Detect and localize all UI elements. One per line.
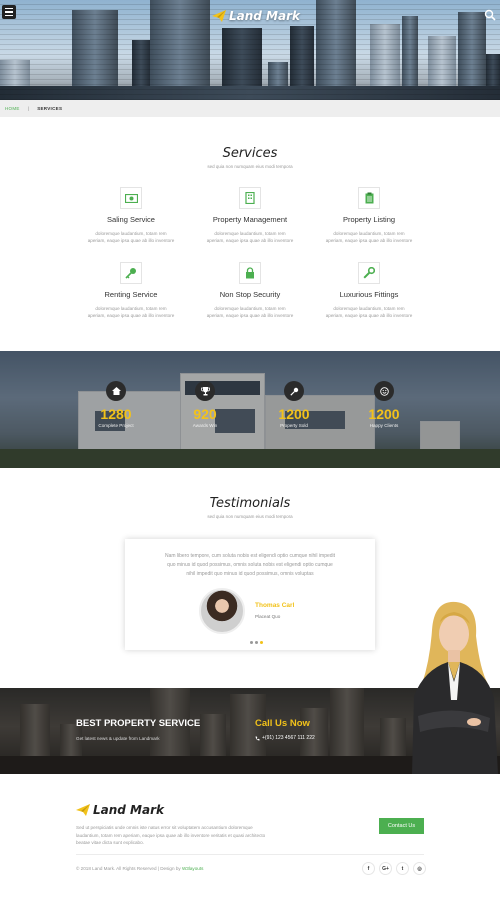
- footer-description: Sed ut perspiciatis unde omnis iste natu…: [76, 824, 301, 847]
- service-card: Saling Service doloremque laudantium, to…: [71, 187, 191, 244]
- menu-button[interactable]: [2, 5, 16, 19]
- service-desc: aperiam, eaque ipsa quae ab illo invento…: [325, 313, 413, 318]
- contact-us-button[interactable]: Contact Us: [379, 818, 424, 834]
- services-title: Services: [222, 146, 278, 161]
- stat-label: Awards Win: [192, 423, 218, 428]
- service-desc: aperiam, eaque ipsa quae ab illo invento…: [87, 313, 175, 318]
- smile-icon: [374, 381, 394, 401]
- service-desc: doloremque laudantium, totam rem: [214, 306, 286, 311]
- quote-line: Nam libero tempore, cum soluta nobis est…: [164, 553, 336, 559]
- stat-label: Complete Project: [98, 423, 134, 428]
- designer-link[interactable]: W3layouts: [182, 866, 203, 871]
- dribbble-icon[interactable]: ◎: [413, 862, 426, 875]
- google-plus-icon[interactable]: G+: [379, 862, 392, 875]
- lock-icon: [239, 262, 261, 284]
- footer-desc-line: Sed ut perspiciatis unde omnis iste natu…: [76, 825, 253, 830]
- service-desc: aperiam, eaque ipsa quae ab illo invento…: [87, 238, 175, 243]
- brand-name: Land Mark: [229, 9, 300, 23]
- carousel-dot[interactable]: [255, 641, 258, 644]
- facebook-icon[interactable]: f: [362, 862, 375, 875]
- service-name: Renting Service: [104, 290, 158, 299]
- stat-complete-project: 1280 Complete Project: [81, 381, 151, 428]
- breadcrumb-separator: |: [27, 106, 30, 111]
- service-desc: doloremque laudantium, totam rem: [333, 306, 405, 311]
- service-desc: doloremque laudantium, totam rem: [95, 231, 167, 236]
- stats-banner: [0, 351, 500, 468]
- service-desc: aperiam, eaque ipsa quae ab illo invento…: [206, 313, 294, 318]
- footer-desc-line: beatae vitae dicta sunt explicabo.: [76, 840, 144, 845]
- cta-title: BEST PROPERTY SERVICE: [76, 718, 201, 729]
- paper-plane-icon: [212, 10, 226, 22]
- clipboard-icon: [358, 187, 380, 209]
- testimonial-card: Nam libero tempore, cum soluta nobis est…: [125, 539, 375, 650]
- service-name: Luxurious Fittings: [339, 290, 399, 299]
- testimonial-name: Thomas Carl: [255, 602, 295, 609]
- service-name: Property Management: [212, 215, 288, 224]
- agent-photo: [412, 601, 498, 774]
- money-icon: [120, 187, 142, 209]
- search-icon[interactable]: [484, 9, 496, 21]
- stat-value: 1200: [278, 406, 310, 422]
- service-card: Renting Service doloremque laudantium, t…: [71, 262, 191, 319]
- stat-property-sold: 1200 Property Sold: [259, 381, 329, 428]
- stat-value: 1200: [368, 406, 400, 422]
- service-card: Property Management doloremque laudantiu…: [190, 187, 310, 244]
- service-card: Non Stop Security doloremque laudantium,…: [190, 262, 310, 319]
- copyright: © 2018 Land Mark. All Rights Reserved | …: [76, 866, 203, 871]
- carousel-dot[interactable]: [250, 641, 253, 644]
- service-desc: doloremque laudantium, totam rem: [333, 231, 405, 236]
- avatar: [199, 588, 245, 634]
- cta-subtitle: Get latest news & update from Landmark: [76, 736, 160, 741]
- stat-awards-win: 920 Awards Win: [170, 381, 240, 428]
- services-subtitle: sed quia non numquam eius modi tempora: [207, 164, 293, 169]
- service-card: Luxurious Fittings doloremque laudantium…: [309, 262, 429, 319]
- twitter-icon[interactable]: t: [396, 862, 409, 875]
- testimonials-title: Testimonials: [209, 496, 291, 511]
- stat-value: 1280: [100, 406, 132, 422]
- key-icon: [120, 262, 142, 284]
- home-icon: [106, 381, 126, 401]
- quote-line: nihil impedit quo minus id quod possimus…: [186, 571, 314, 577]
- testimonial-role: Placeat Quo: [255, 614, 281, 619]
- key-icon: [284, 381, 304, 401]
- breadcrumb-home-link[interactable]: HOME: [5, 106, 20, 111]
- stat-value: 920: [193, 406, 217, 422]
- breadcrumb-current: SERVICES: [37, 106, 63, 111]
- service-name: Property Listing: [342, 215, 396, 224]
- paper-plane-icon: [76, 804, 90, 816]
- service-name: Non Stop Security: [219, 290, 281, 299]
- testimonial-quote: Nam libero tempore, cum soluta nobis est…: [139, 552, 361, 579]
- service-desc: aperiam, eaque ipsa quae ab illo invento…: [325, 238, 413, 243]
- footer-divider: [76, 854, 424, 855]
- quote-line: quo minus id quod possimus, omnis soluta…: [167, 562, 333, 568]
- trophy-icon: [195, 381, 215, 401]
- stat-label: Property Sold: [280, 423, 308, 428]
- testimonials-subtitle: sed quia non numquam eius modi tempora: [207, 514, 293, 519]
- phone-number[interactable]: +(91) 123 4567 111 222: [255, 735, 315, 741]
- footer-brand-name: Land Mark: [93, 803, 164, 817]
- header-logo[interactable]: Land Mark: [212, 9, 300, 23]
- carousel-dot-active[interactable]: [260, 641, 263, 644]
- breadcrumb: HOME | SERVICES: [0, 100, 500, 117]
- copyright-text: © 2018 Land Mark. All Rights Reserved | …: [76, 866, 181, 871]
- service-desc: doloremque laudantium, totam rem: [214, 231, 286, 236]
- phone-text: +(91) 123 4567 111 222: [262, 735, 315, 741]
- service-name: Saling Service: [107, 215, 155, 224]
- footer-logo[interactable]: Land Mark: [76, 803, 164, 817]
- phone-icon: [255, 736, 260, 740]
- wrench-icon: [358, 262, 380, 284]
- service-card: Property Listing doloremque laudantium, …: [309, 187, 429, 244]
- service-desc: aperiam, eaque ipsa quae ab illo invento…: [206, 238, 294, 243]
- footer-desc-line: laudantium, totam rem aperiam, eaque ips…: [76, 832, 266, 838]
- call-us-title: Call Us Now: [255, 718, 310, 729]
- stat-label: Happy Clients: [369, 423, 399, 428]
- stat-happy-clients: 1200 Happy Clients: [349, 381, 419, 428]
- social-links: f G+ t ◎: [362, 862, 426, 875]
- building-icon: [239, 187, 261, 209]
- carousel-dots: [250, 641, 263, 644]
- service-desc: doloremque laudantium, totam rem: [95, 306, 167, 311]
